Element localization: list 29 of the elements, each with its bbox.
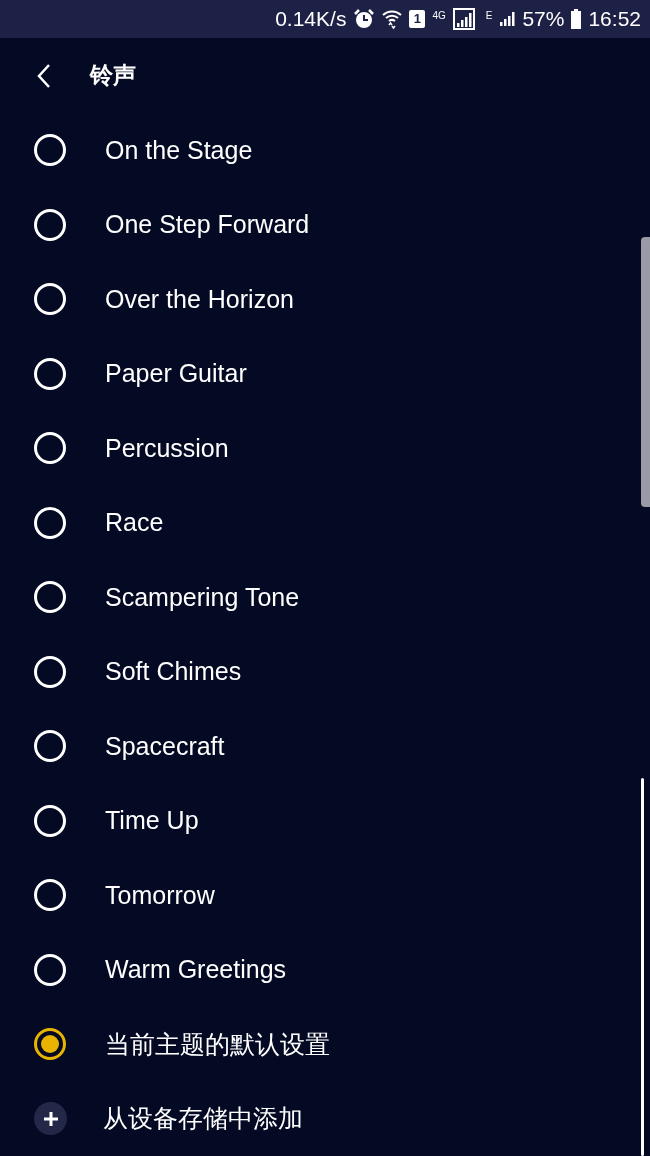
network-type: 4G [432, 9, 446, 23]
clock: 16:52 [588, 6, 641, 33]
back-icon [36, 62, 52, 89]
ringtone-label[interactable]: Tomorrow [105, 876, 215, 914]
ringtone-label[interactable]: Spacecraft [105, 727, 225, 765]
ringtone-label[interactable]: Time Up [105, 802, 199, 840]
ringtone-label[interactable]: On the Stage [105, 131, 253, 169]
radio-button[interactable] [34, 1028, 66, 1061]
network-speed: 0.14K/s [275, 6, 347, 33]
wifi-icon [382, 8, 403, 30]
ringtone-label[interactable]: Percussion [105, 429, 229, 467]
page-title: 铃声 [90, 61, 136, 91]
ringtone-label[interactable]: Paper Guitar [105, 355, 247, 393]
alarm-icon [353, 8, 376, 30]
battery-percent: 57% [522, 6, 565, 33]
scroll-handle[interactable] [641, 237, 650, 507]
ringtone-label[interactable]: 当前主题的默认设置 [105, 1025, 330, 1063]
battery-icon [571, 9, 582, 29]
ringtone-label[interactable]: Soft Chimes [105, 653, 242, 691]
network-type: E [485, 9, 493, 23]
add-from-storage[interactable]: 从设备存储中添加 [103, 1100, 303, 1138]
add-icon[interactable] [34, 1102, 67, 1136]
sim-badge: 1 [409, 10, 426, 28]
ringtone-label[interactable]: Scampering Tone [105, 578, 300, 616]
ringtone-label[interactable]: One Step Forward [105, 206, 310, 244]
signal-icon [499, 11, 516, 27]
ringtone-label[interactable]: Warm Greetings [105, 951, 287, 989]
ringtone-label[interactable]: Race [105, 504, 164, 542]
ringtone-label[interactable]: Over the Horizon [105, 280, 294, 318]
